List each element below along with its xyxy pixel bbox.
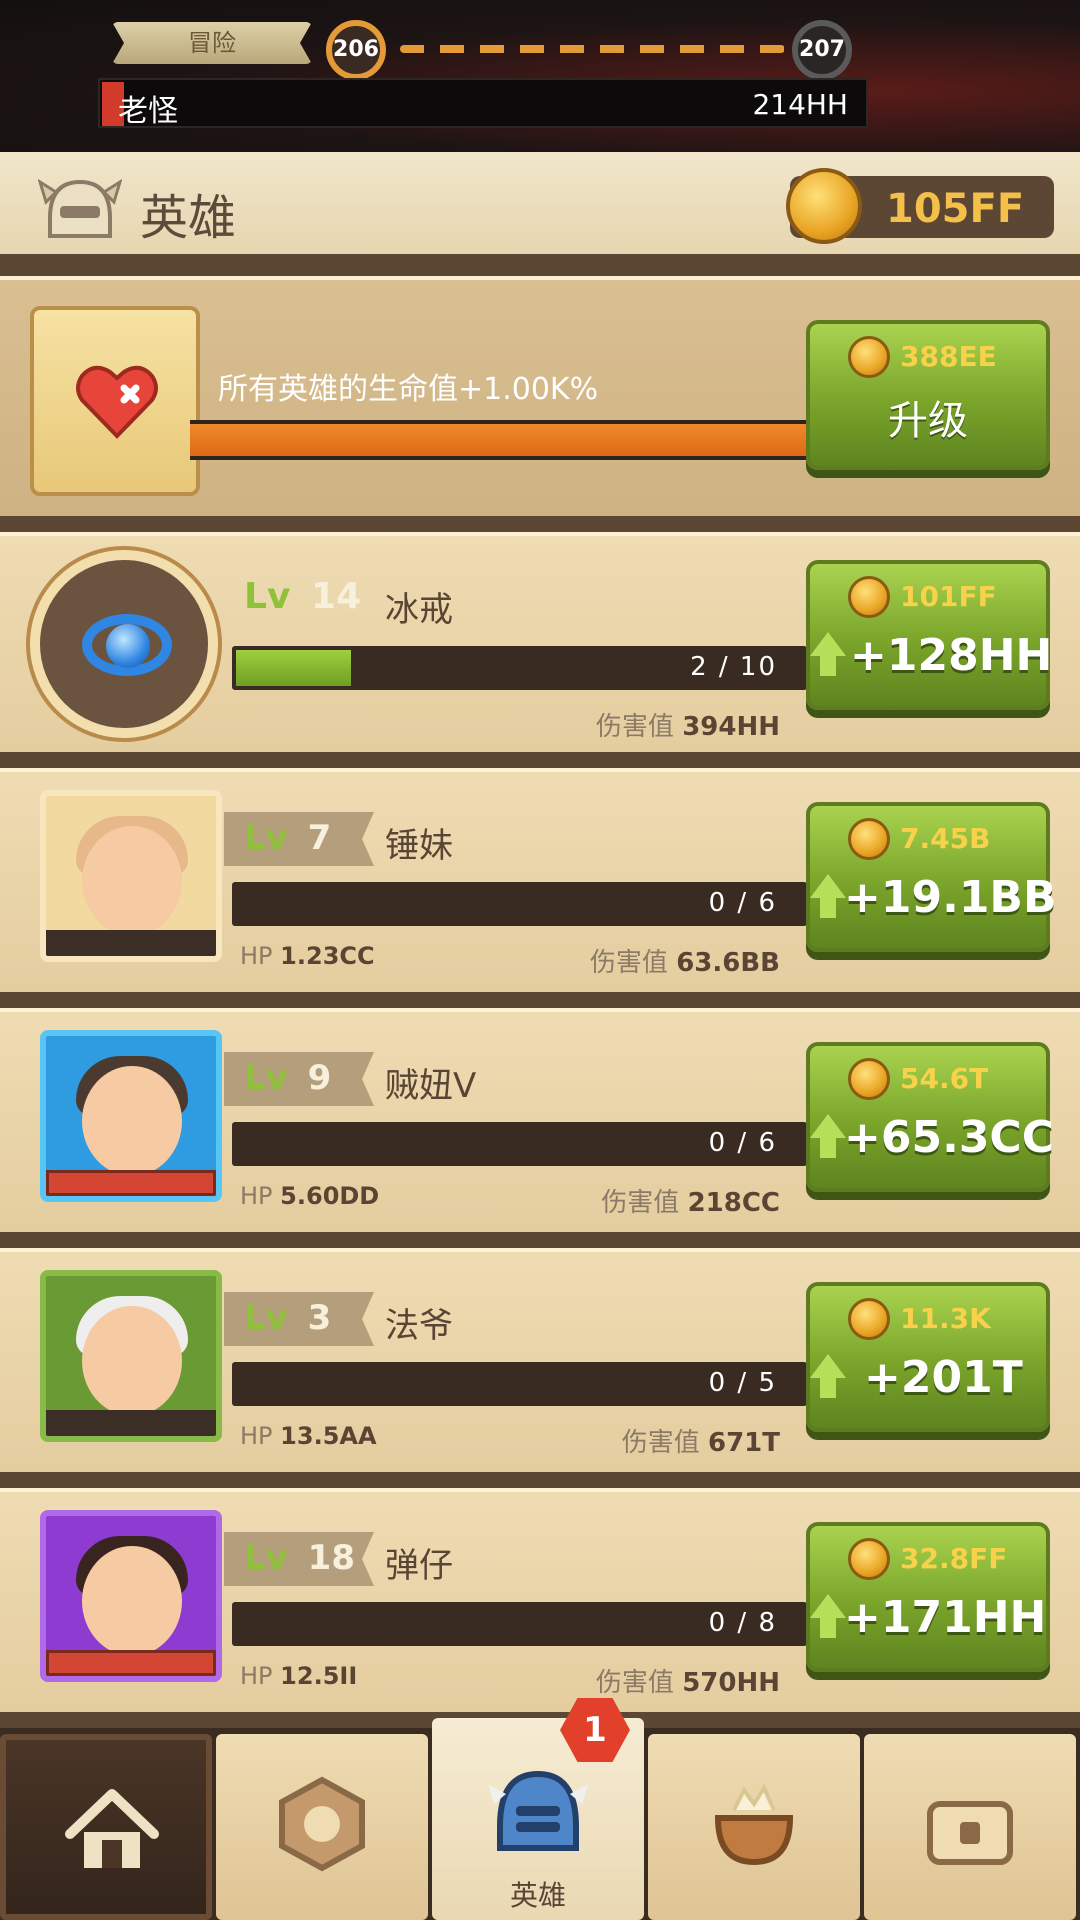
hero-name: 弹仔 xyxy=(385,1546,453,1586)
up-arrow-icon xyxy=(810,1354,846,1378)
hero-card: Lv 3 法爷 0 / 5 HP 13.5AA 伤害值 671T 11.3K +… xyxy=(0,1248,1080,1472)
up-arrow-icon xyxy=(810,874,846,898)
ring-frame[interactable] xyxy=(30,550,218,738)
artifact-damage: 伤害值 394HH xyxy=(595,712,780,742)
hero-hp: HP 5.60DD xyxy=(240,1182,380,1210)
hero-portrait[interactable] xyxy=(40,1030,222,1202)
artifact-card: Lv 14 冰戒 2 / 10 伤害值 394HH 101FF +128HH xyxy=(0,532,1080,752)
page-title: 英雄 xyxy=(140,190,237,246)
upgrade-progress-fill xyxy=(190,424,810,456)
upgrade-button-label: 升级 xyxy=(888,398,968,444)
coin-icon xyxy=(848,1298,890,1340)
hero-hp: HP 13.5AA xyxy=(240,1422,377,1450)
artifact-cost: 101FF xyxy=(900,580,997,613)
hero-hp: HP 1.23CC xyxy=(240,942,375,970)
nav-cauldron[interactable] xyxy=(648,1734,860,1920)
hero-list[interactable]: 所有英雄的生命值+1.00K% 388EE 升级 Lv 14 冰戒 2 / 10… xyxy=(0,260,1080,1730)
hero-face-icon xyxy=(82,826,182,936)
heart-icon xyxy=(76,365,158,439)
panel-header: 英雄 105FF xyxy=(0,152,1080,260)
upgrade-progress-bar xyxy=(190,420,810,460)
boss-name: 老怪 xyxy=(118,94,178,129)
up-arrow-icon xyxy=(810,1594,846,1618)
rune-icon xyxy=(279,1776,365,1872)
up-arrow-icon xyxy=(810,632,846,656)
coin-icon xyxy=(848,336,890,378)
next-stage-node: 207 xyxy=(792,20,852,80)
hero-buy-button[interactable]: 11.3K +201T xyxy=(806,1282,1050,1432)
hero-progress-bar: 0 / 8 xyxy=(232,1602,807,1646)
helmet-icon xyxy=(488,1770,588,1851)
hero-card: Lv 18 弹仔 0 / 8 HP 12.5II 伤害值 570HH 32.8F… xyxy=(0,1488,1080,1712)
helmet-icon xyxy=(38,178,122,238)
hero-face-icon xyxy=(82,1306,182,1416)
nav-heroes-label: 英雄 xyxy=(509,1879,566,1912)
hero-damage: 伤害值 218CC xyxy=(601,1188,780,1218)
hero-progress-bar: 0 / 6 xyxy=(232,1122,807,1166)
hero-name: 贼妞V xyxy=(385,1066,477,1106)
stage-progress-dashes xyxy=(400,45,785,53)
hero-name: 锤妹 xyxy=(385,826,453,866)
upgrade-scroll-icon xyxy=(30,306,200,496)
hero-face-icon xyxy=(82,1546,182,1656)
artifact-progress-text: 2 / 10 xyxy=(690,652,777,682)
upgrade-cost: 388EE xyxy=(900,340,997,373)
hero-portrait[interactable] xyxy=(40,1510,222,1682)
artifact-buy-button[interactable]: 101FF +128HH xyxy=(806,560,1053,710)
hero-buy-button[interactable]: 32.8FF +171HH xyxy=(806,1522,1050,1672)
current-stage-node: 206 xyxy=(326,20,386,80)
coin-icon xyxy=(848,576,890,618)
nav-rune[interactable] xyxy=(216,1734,428,1920)
coin-icon xyxy=(848,818,890,860)
hero-progress-bar: 0 / 6 xyxy=(232,882,807,926)
level-tag: Lv 9 xyxy=(224,1052,374,1106)
mode-label[interactable]: 冒险 xyxy=(112,22,312,64)
artifact-progress-fill xyxy=(236,650,351,686)
level-tag: Lv 7 xyxy=(224,812,374,866)
hero-hp: HP 12.5II xyxy=(240,1662,358,1690)
artifact-gain: +128HH xyxy=(850,630,1053,681)
hero-damage: 伤害值 63.6BB xyxy=(589,948,780,978)
hero-portrait[interactable] xyxy=(40,1270,222,1442)
upgrade-description: 所有英雄的生命值+1.00K% xyxy=(218,372,599,407)
level-label: Lv 14 xyxy=(244,576,362,617)
coin-icon xyxy=(848,1058,890,1100)
gem-icon xyxy=(106,624,150,668)
hero-damage: 伤害值 671T xyxy=(621,1428,780,1458)
up-arrow-icon xyxy=(810,1114,846,1138)
artifact-name: 冰戒 xyxy=(385,590,453,630)
home-icon xyxy=(65,1789,159,1868)
gold-amount: 105FF xyxy=(886,186,1025,232)
upgrade-button[interactable]: 388EE 升级 xyxy=(806,320,1050,470)
boss-hp: 214HH xyxy=(752,88,848,121)
hero-card: Lv 9 贼妞V 0 / 6 HP 5.60DD 伤害值 218CC 54.6T… xyxy=(0,1008,1080,1232)
hero-damage: 伤害值 570HH xyxy=(595,1668,780,1698)
hero-portrait[interactable] xyxy=(40,790,222,962)
hero-buy-button[interactable]: 7.45B +19.1BB xyxy=(806,802,1057,952)
global-upgrade-card: 所有英雄的生命值+1.00K% 388EE 升级 xyxy=(0,276,1080,516)
nav-home[interactable] xyxy=(0,1734,212,1920)
hero-name: 法爷 xyxy=(385,1306,453,1346)
chest-icon xyxy=(927,1801,1013,1865)
nav-chest[interactable] xyxy=(864,1734,1076,1920)
gold-coin-icon xyxy=(786,168,862,244)
hero-buy-button[interactable]: 54.6T +65.3CC xyxy=(806,1042,1054,1192)
gold-counter: 105FF xyxy=(786,168,1054,244)
stage-bar: 冒险 206 207 老怪 214HH xyxy=(0,0,1080,152)
hero-face-icon xyxy=(82,1066,182,1176)
level-tag: Lv 18 xyxy=(224,1532,374,1586)
level-tag: Lv 3 xyxy=(224,1292,374,1346)
bottom-nav: 英雄 1 xyxy=(0,1698,1080,1920)
hero-progress-bar: 0 / 5 xyxy=(232,1362,807,1406)
cauldron-icon xyxy=(714,1783,794,1866)
boss-health-bar: 老怪 214HH xyxy=(98,78,868,129)
artifact-progress-bar: 2 / 10 xyxy=(232,646,807,690)
coin-icon xyxy=(848,1538,890,1580)
hero-card: Lv 7 锤妹 0 / 6 HP 1.23CC 伤害值 63.6BB 7.45B… xyxy=(0,768,1080,992)
